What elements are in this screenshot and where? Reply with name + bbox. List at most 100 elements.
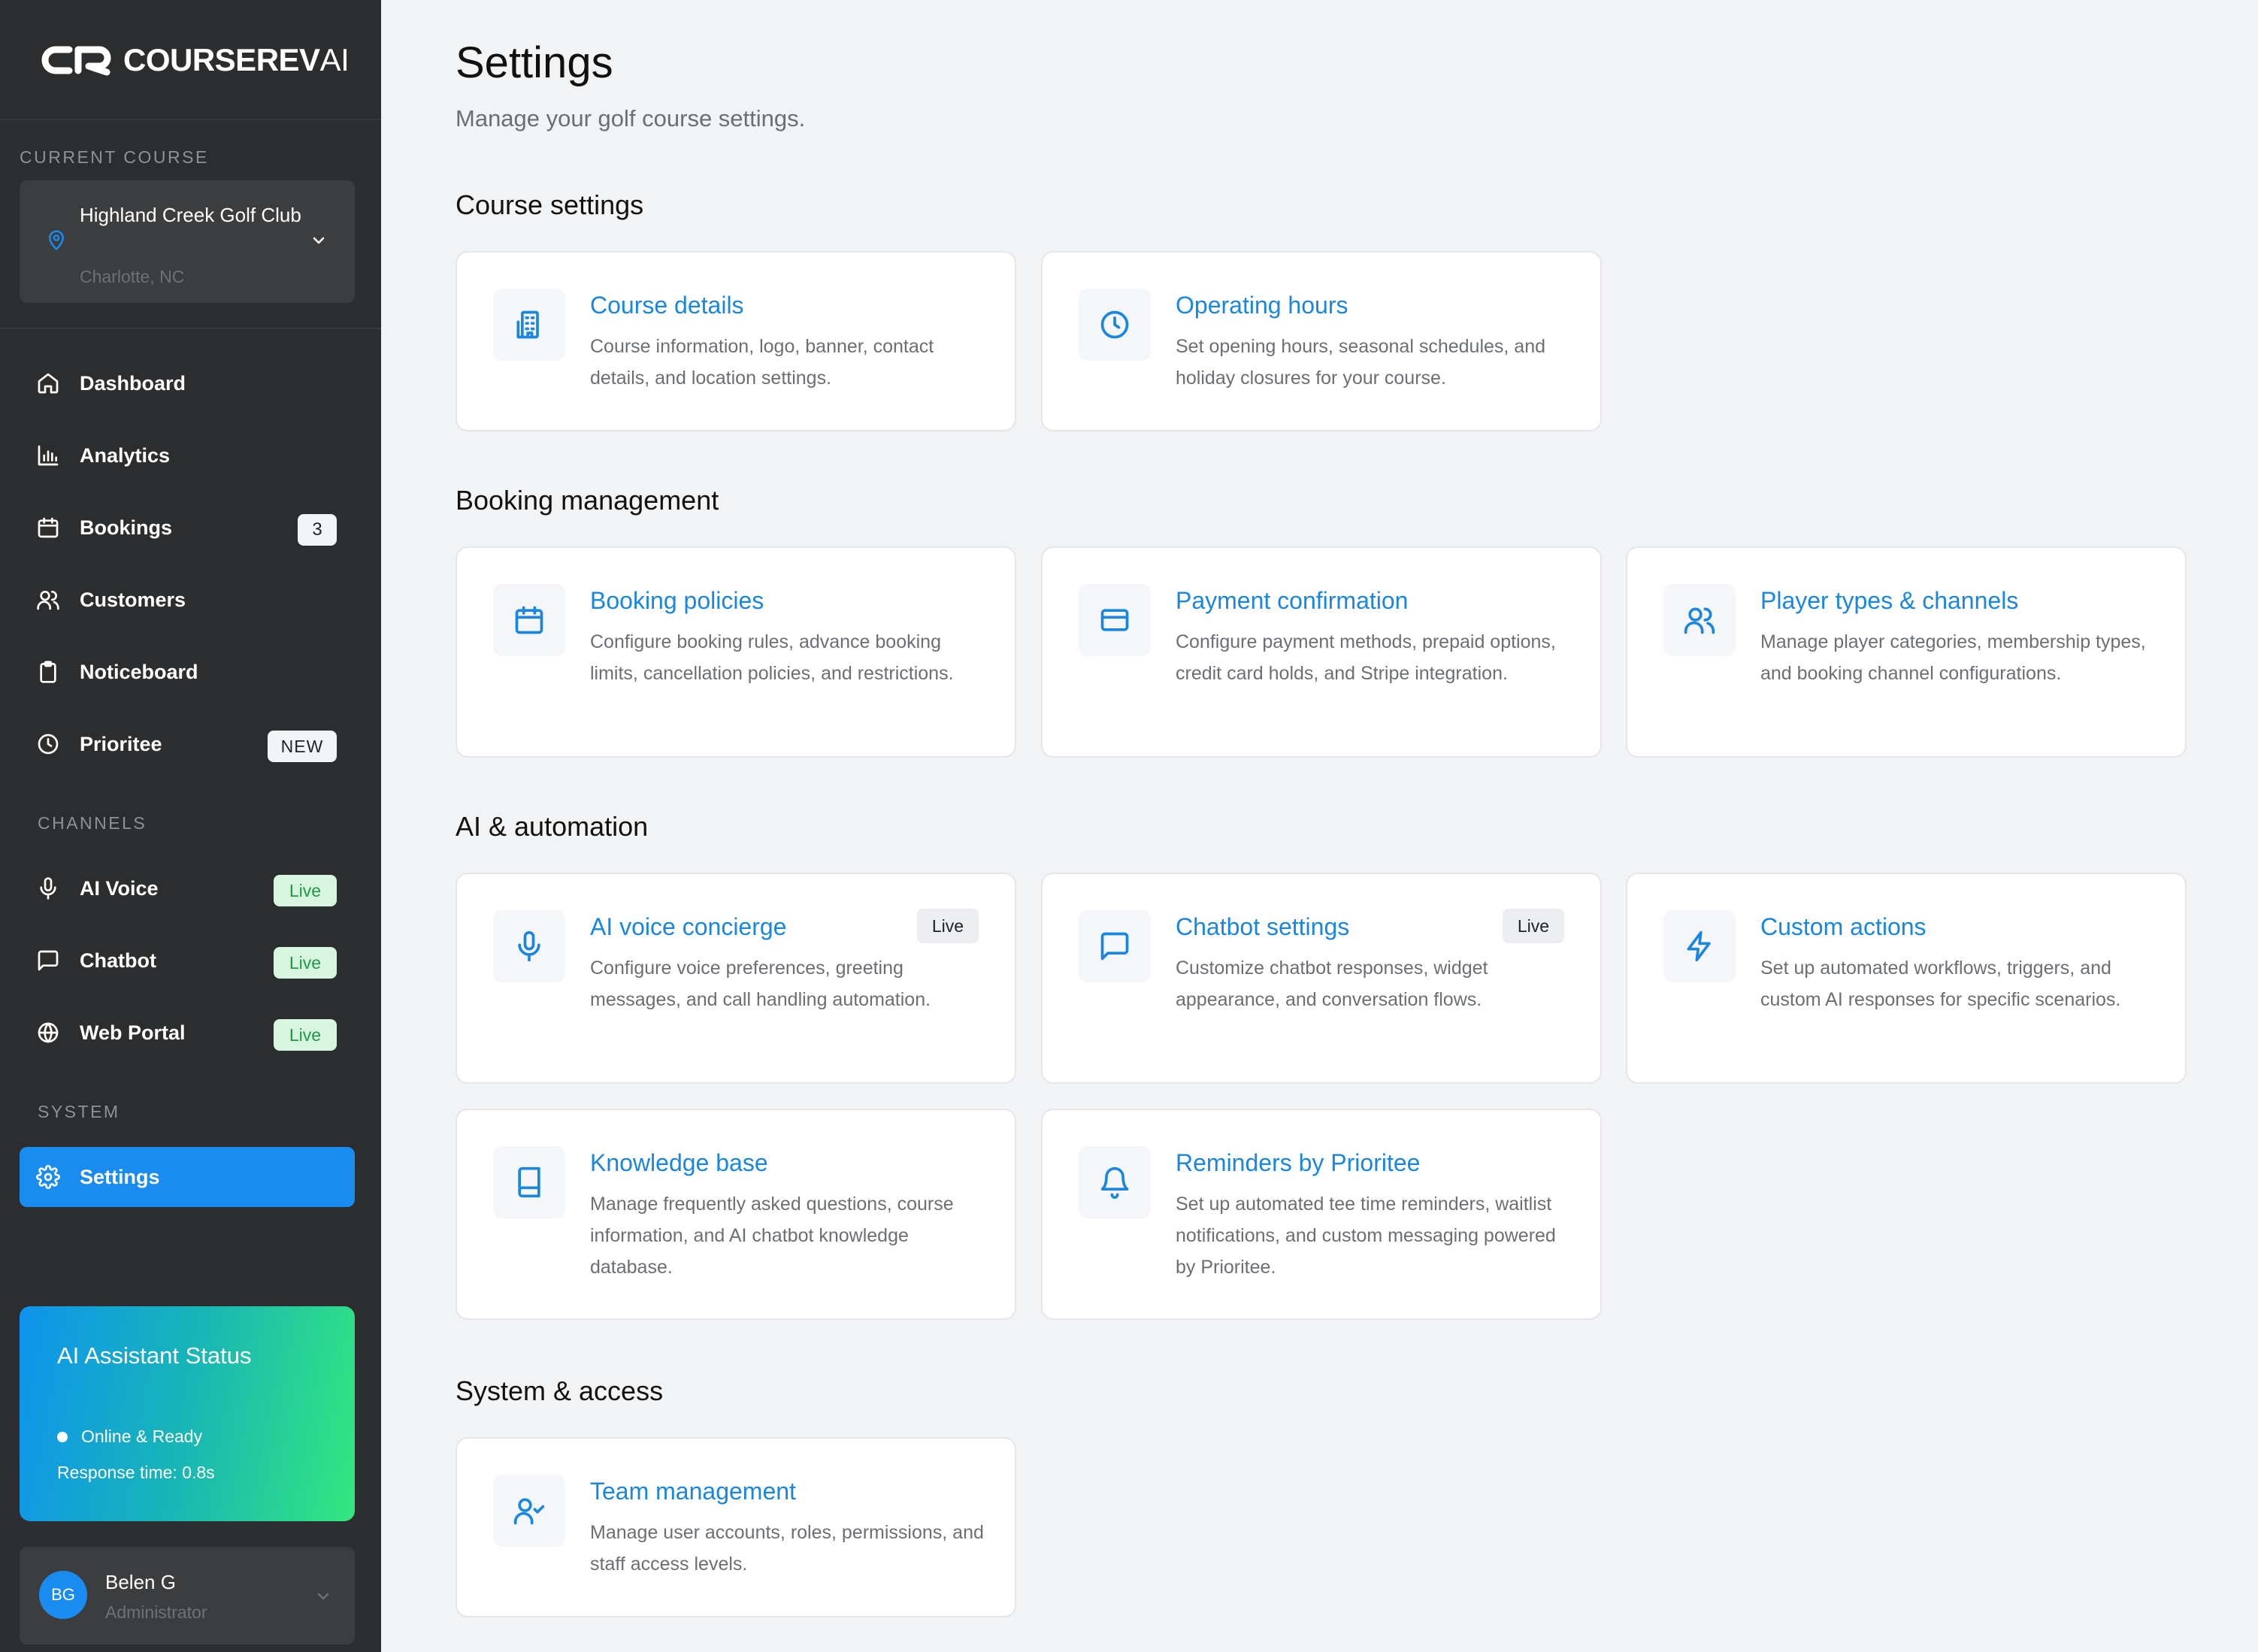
nav-prioritee[interactable]: Prioritee NEW (20, 714, 355, 774)
card-title: Knowledge base (590, 1149, 768, 1176)
nav-label: AI Voice (80, 876, 159, 900)
card-title: Course details (590, 292, 744, 319)
nav-label: Settings (80, 1165, 160, 1188)
nav-label: Noticeboard (80, 660, 198, 683)
brand-ai: AI (319, 42, 350, 77)
live-badge: Live (1503, 909, 1564, 943)
divider (0, 328, 381, 329)
section-ai-automation: AI & automation (456, 811, 649, 842)
avatar: BG (39, 1571, 87, 1619)
home-icon (38, 373, 59, 394)
chevron-down-icon (313, 237, 325, 244)
nav-label: Chatbot (80, 949, 156, 972)
nav-dashboard[interactable]: Dashboard (20, 353, 355, 413)
clipboard-icon (40, 661, 56, 683)
nav-label: Dashboard (80, 371, 186, 395)
nav-chatbot[interactable]: Chatbot Live (20, 930, 355, 991)
channels-label: CHANNELS (38, 813, 147, 833)
logo[interactable]: COURSEREVAI (39, 42, 350, 78)
card-description: Configure payment methods, prepaid optio… (1176, 631, 1556, 684)
lightning-icon (1687, 930, 1711, 962)
logo-mark-icon (41, 46, 111, 76)
card-description: Manage user accounts, roles, permissions… (590, 1522, 984, 1575)
section-system-access: System & access (456, 1375, 664, 1406)
user-name: Belen G (105, 1571, 176, 1593)
users-icon (37, 591, 59, 610)
credit-card-icon (1100, 609, 1129, 631)
section-booking-management: Booking management (456, 485, 719, 516)
nav-ai-voice[interactable]: AI Voice Live (20, 858, 355, 918)
message-square-icon (1100, 932, 1129, 961)
card-knowledge-base[interactable]: Knowledge base Manage frequently asked q… (456, 1109, 1016, 1320)
message-square-icon (38, 950, 59, 971)
nav-label: Customers (80, 588, 186, 611)
card-title: Booking policies (590, 587, 764, 614)
microphone-icon (518, 930, 540, 962)
ai-response-time: Response time: 0.8s (57, 1463, 215, 1482)
section-course-settings: Course settings (456, 189, 644, 220)
system-label: SYSTEM (38, 1102, 120, 1121)
page-title: Settings (456, 38, 613, 87)
card-description: Set up automated workflows, triggers, an… (1760, 958, 2121, 1010)
nav-bookings[interactable]: Bookings 3 (20, 498, 355, 558)
live-badge: Live (274, 1019, 337, 1051)
card-booking-policies[interactable]: Booking policies Configure booking rules… (456, 546, 1016, 758)
card-description: Set opening hours, seasonal schedules, a… (1176, 336, 1546, 389)
page-subtitle: Manage your golf course settings. (456, 105, 806, 132)
card-title: Reminders by Prioritee (1176, 1149, 1421, 1176)
clock-icon (38, 734, 59, 755)
card-ai-voice-concierge[interactable]: AI voice concierge Live Configure voice … (456, 873, 1016, 1084)
sidebar: COURSEREVAI CURRENT COURSE Highland Cree… (0, 0, 381, 1652)
chevron-down-icon (317, 1593, 329, 1600)
bell-icon (1100, 1166, 1129, 1199)
course-name: Highland Creek Golf Club (80, 204, 301, 226)
card-player-types[interactable]: Player types & channels Manage player ca… (1626, 546, 2187, 758)
card-title: Custom actions (1760, 913, 1927, 940)
calendar-icon (515, 606, 543, 634)
card-reminders[interactable]: Reminders by Prioritee Set up automated … (1041, 1109, 1602, 1320)
card-payment-confirmation[interactable]: Payment confirmation Configure payment m… (1041, 546, 1602, 758)
user-menu[interactable]: BG Belen G Administrator (20, 1547, 355, 1644)
status-dot-icon (57, 1431, 68, 1442)
users-icon (1684, 607, 1715, 634)
card-course-details[interactable]: Course details Course information, logo,… (456, 251, 1016, 431)
nav-noticeboard[interactable]: Noticeboard (20, 642, 355, 702)
bar-chart-icon (38, 445, 59, 466)
card-description: Set up automated tee time reminders, wai… (1176, 1194, 1556, 1278)
card-team-management[interactable]: Team management Manage user accounts, ro… (456, 1437, 1016, 1617)
book-icon (518, 1166, 540, 1198)
user-role: Administrator (105, 1602, 207, 1622)
card-chatbot-settings[interactable]: Chatbot settings Live Customize chatbot … (1041, 873, 1602, 1084)
course-location: Charlotte, NC (80, 267, 185, 286)
course-selector[interactable]: Highland Creek Golf Club Charlotte, NC (20, 180, 355, 303)
calendar-icon (38, 517, 59, 538)
map-pin-icon (49, 230, 64, 250)
card-title: Player types & channels (1760, 587, 2019, 614)
nav-analytics[interactable]: Analytics (20, 425, 355, 486)
microphone-icon (40, 877, 56, 900)
brand-name: COURSEREV (123, 42, 320, 77)
nav-web-portal[interactable]: Web Portal Live (20, 1003, 355, 1063)
card-description: Manage frequently asked questions, cours… (590, 1194, 954, 1278)
card-description: Configure booking rules, advance booking… (590, 631, 954, 684)
nav-label: Prioritee (80, 732, 162, 755)
live-badge: Live (274, 875, 337, 906)
live-badge: Live (274, 947, 337, 979)
card-operating-hours[interactable]: Operating hours Set opening hours, seaso… (1041, 251, 1602, 431)
card-custom-actions[interactable]: Custom actions Set up automated workflow… (1626, 873, 2187, 1084)
building-icon (516, 310, 539, 339)
ai-status-title: AI Assistant Status (57, 1342, 252, 1369)
divider (0, 119, 381, 120)
current-course-label: CURRENT COURSE (20, 147, 209, 167)
bookings-count-badge: 3 (298, 514, 337, 546)
card-title: AI voice concierge (590, 913, 787, 940)
nav-customers[interactable]: Customers (20, 570, 355, 630)
clock-icon (1100, 310, 1129, 339)
globe-icon (38, 1022, 59, 1043)
ai-status-card: AI Assistant Status Online & Ready Respo… (20, 1306, 355, 1521)
nav-label: Web Portal (80, 1021, 186, 1044)
user-check-icon (513, 1498, 545, 1525)
nav-settings[interactable]: Settings (20, 1147, 355, 1207)
card-description: Course information, logo, banner, contac… (590, 336, 934, 389)
nav-label: Analytics (80, 443, 171, 467)
